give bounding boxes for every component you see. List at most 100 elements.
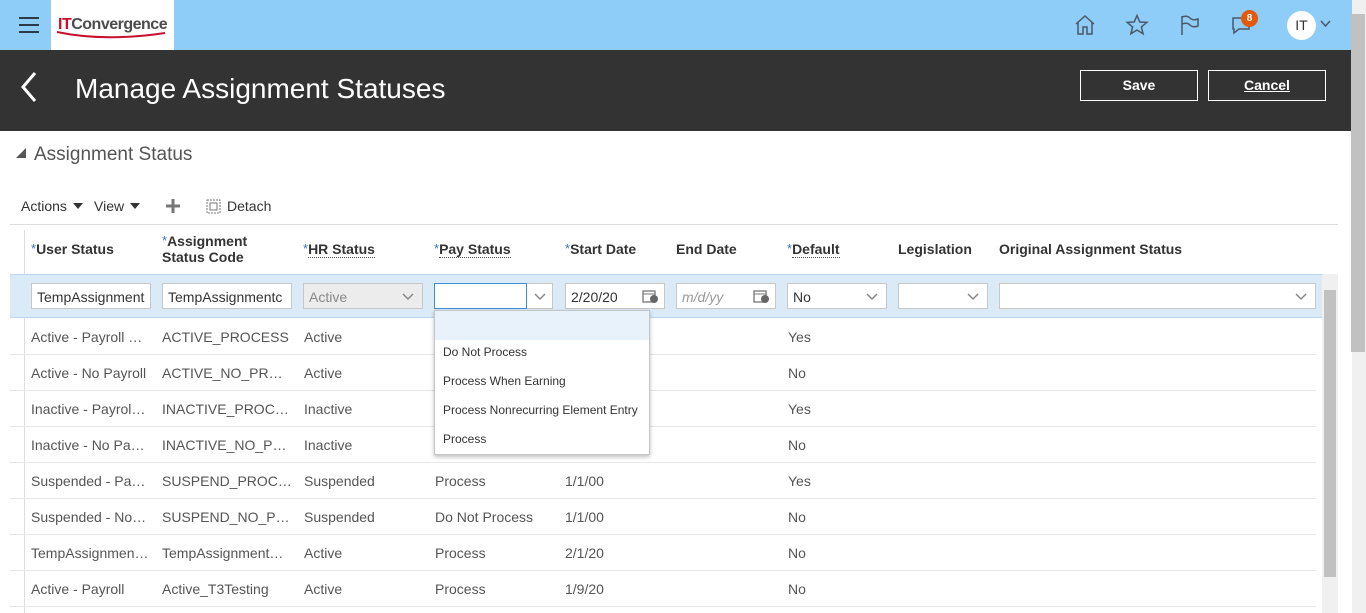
row-cell-default: No <box>788 581 806 597</box>
col-label: End Date <box>676 241 737 257</box>
col-header-status-code[interactable]: *Assignment Status Code <box>162 233 247 265</box>
pay-status-select[interactable] <box>434 283 527 309</box>
page-scrollbar-thumb[interactable] <box>1351 14 1365 352</box>
row-cell-user-status: Inactive - Payrol… <box>31 401 146 417</box>
calendar-icon[interactable] <box>642 289 659 304</box>
row-cell-default: No <box>788 509 806 525</box>
home-icon[interactable] <box>1073 13 1097 37</box>
row-cell-code: Active_T3Testing <box>162 581 269 597</box>
row-cell-hr: Inactive <box>304 437 353 453</box>
toolbar-divider <box>10 224 1338 225</box>
collapse-triangle-icon[interactable] <box>16 148 26 158</box>
logo-swoosh-icon <box>56 31 166 39</box>
actions-menu[interactable]: Actions <box>21 198 83 214</box>
chevron-down-icon[interactable] <box>1295 293 1307 301</box>
row-cell-hr: Active <box>304 365 343 381</box>
row-cell-pay: Process <box>435 581 486 597</box>
original-status-select[interactable] <box>999 283 1316 309</box>
col-header-pay-status[interactable]: *Pay Status <box>434 241 511 258</box>
save-button[interactable]: Save <box>1080 70 1198 101</box>
page-title: Manage Assignment Statuses <box>75 73 446 104</box>
row-cell-start: 1/1/00 <box>565 509 604 525</box>
col-label-line1: Assignment <box>167 233 248 249</box>
col-header-user-status[interactable]: *User Status <box>31 241 114 257</box>
chevron-down-icon[interactable] <box>866 293 878 301</box>
chevron-down-icon[interactable] <box>967 293 979 301</box>
navigator-menu-icon[interactable] <box>19 17 39 33</box>
col-label-line2: Status Code <box>162 249 244 265</box>
row-cell-hr: Active <box>304 329 343 345</box>
row-cell-user-status: Inactive - No Pa… <box>31 437 145 453</box>
row-cell-code: INACTIVE_PROCESS <box>162 401 292 417</box>
row-cell-code: SUSPEND_NO_PR… <box>162 509 292 525</box>
col-header-original-status[interactable]: Original Assignment Status <box>999 241 1182 257</box>
row-cell-default: No <box>788 437 806 453</box>
detach-icon[interactable] <box>206 199 221 214</box>
chevron-down-icon[interactable] <box>534 293 546 301</box>
row-cell-default: No <box>788 545 806 561</box>
page-header: Manage Assignment Statuses Save Cancel <box>0 50 1352 131</box>
row-cell-code: TempAssignment… <box>162 545 284 561</box>
user-status-input[interactable]: TempAssignment <box>31 283 151 309</box>
row-cell-default: Yes <box>788 473 811 489</box>
row-cell-hr: Inactive <box>304 401 353 417</box>
pay-status-option-process-nonrecurring[interactable]: Process Nonrecurring Element Entry <box>435 396 649 425</box>
col-label: HR Status <box>308 241 375 258</box>
row-cell-hr: Suspended <box>304 473 375 489</box>
row-cell-pay: Process <box>435 473 486 489</box>
row-cell-hr: Active <box>304 581 343 597</box>
row-cell-user-status: TempAssignmen… <box>31 545 149 561</box>
col-label: Legislation <box>898 241 972 257</box>
row-cell-user-status: Suspended - No… <box>31 509 147 525</box>
caret-down-icon <box>72 203 83 209</box>
col-header-default[interactable]: *Default <box>787 241 840 258</box>
notification-badge: 8 <box>1241 10 1258 27</box>
row-cell-pay: Do Not Process <box>435 509 534 525</box>
detach-button[interactable]: Detach <box>227 198 271 214</box>
add-row-icon[interactable] <box>166 199 180 213</box>
col-label: Pay Status <box>439 241 511 258</box>
back-arrow-icon[interactable] <box>19 71 39 103</box>
global-header: ITConvergence 8 IT <box>0 0 1352 50</box>
row-cell-user-status: Active - Payroll … <box>31 329 143 345</box>
row-cell-hr: Suspended <box>304 509 375 525</box>
status-code-input[interactable]: TempAssignmentc <box>162 283 292 309</box>
row-cell-default: Yes <box>788 329 811 345</box>
section-title: Assignment Status <box>34 144 193 165</box>
pay-status-dropdown-list: Do Not Process Process When Earning Proc… <box>434 310 650 455</box>
col-label: Start Date <box>570 241 637 257</box>
col-header-hr-status[interactable]: *HR Status <box>303 241 375 258</box>
view-menu[interactable]: View <box>94 198 141 214</box>
watchlist-flag-icon[interactable] <box>1177 13 1201 37</box>
row-cell-code: INACTIVE_NO_PR… <box>162 437 292 453</box>
actions-label: Actions <box>21 198 67 214</box>
col-label: Default <box>792 241 840 258</box>
row-cell-default: No <box>788 365 806 381</box>
row-cell-user-status: Active - Payroll <box>31 581 125 597</box>
company-logo[interactable]: ITConvergence <box>51 0 174 50</box>
row-cell-start: 1/1/00 <box>565 473 604 489</box>
row-cell-default: Yes <box>788 401 811 417</box>
row-cell-code: ACTIVE_NO_PROC… <box>162 365 292 381</box>
col-header-start-date[interactable]: *Start Date <box>565 241 636 257</box>
col-header-end-date[interactable]: End Date <box>676 241 737 257</box>
row-cell-pay: Process <box>435 545 486 561</box>
favorites-star-icon[interactable] <box>1125 13 1149 37</box>
pay-status-option-blank[interactable] <box>435 311 649 340</box>
pay-status-option-process[interactable]: Process <box>435 425 649 454</box>
pay-status-option-do-not-process[interactable]: Do Not Process <box>435 338 649 367</box>
col-label: User Status <box>36 241 114 257</box>
row-cell-user-status: Suspended - Pa… <box>31 473 146 489</box>
chevron-down-icon[interactable] <box>1320 20 1331 28</box>
calendar-icon[interactable] <box>753 289 770 304</box>
cancel-button[interactable]: Cancel <box>1208 70 1326 101</box>
chevron-down-icon[interactable] <box>402 293 414 301</box>
row-cell-hr: Active <box>304 545 343 561</box>
row-cell-user-status: Active - No Payroll <box>31 365 147 381</box>
col-header-legislation[interactable]: Legislation <box>898 241 972 257</box>
section-assignment-status[interactable]: Assignment Status <box>16 144 192 166</box>
col-label: Original Assignment Status <box>999 241 1183 257</box>
pay-status-option-process-when-earning[interactable]: Process When Earning <box>435 367 649 396</box>
user-avatar[interactable]: IT <box>1287 11 1316 40</box>
table-scrollbar-thumb[interactable] <box>1324 290 1336 577</box>
